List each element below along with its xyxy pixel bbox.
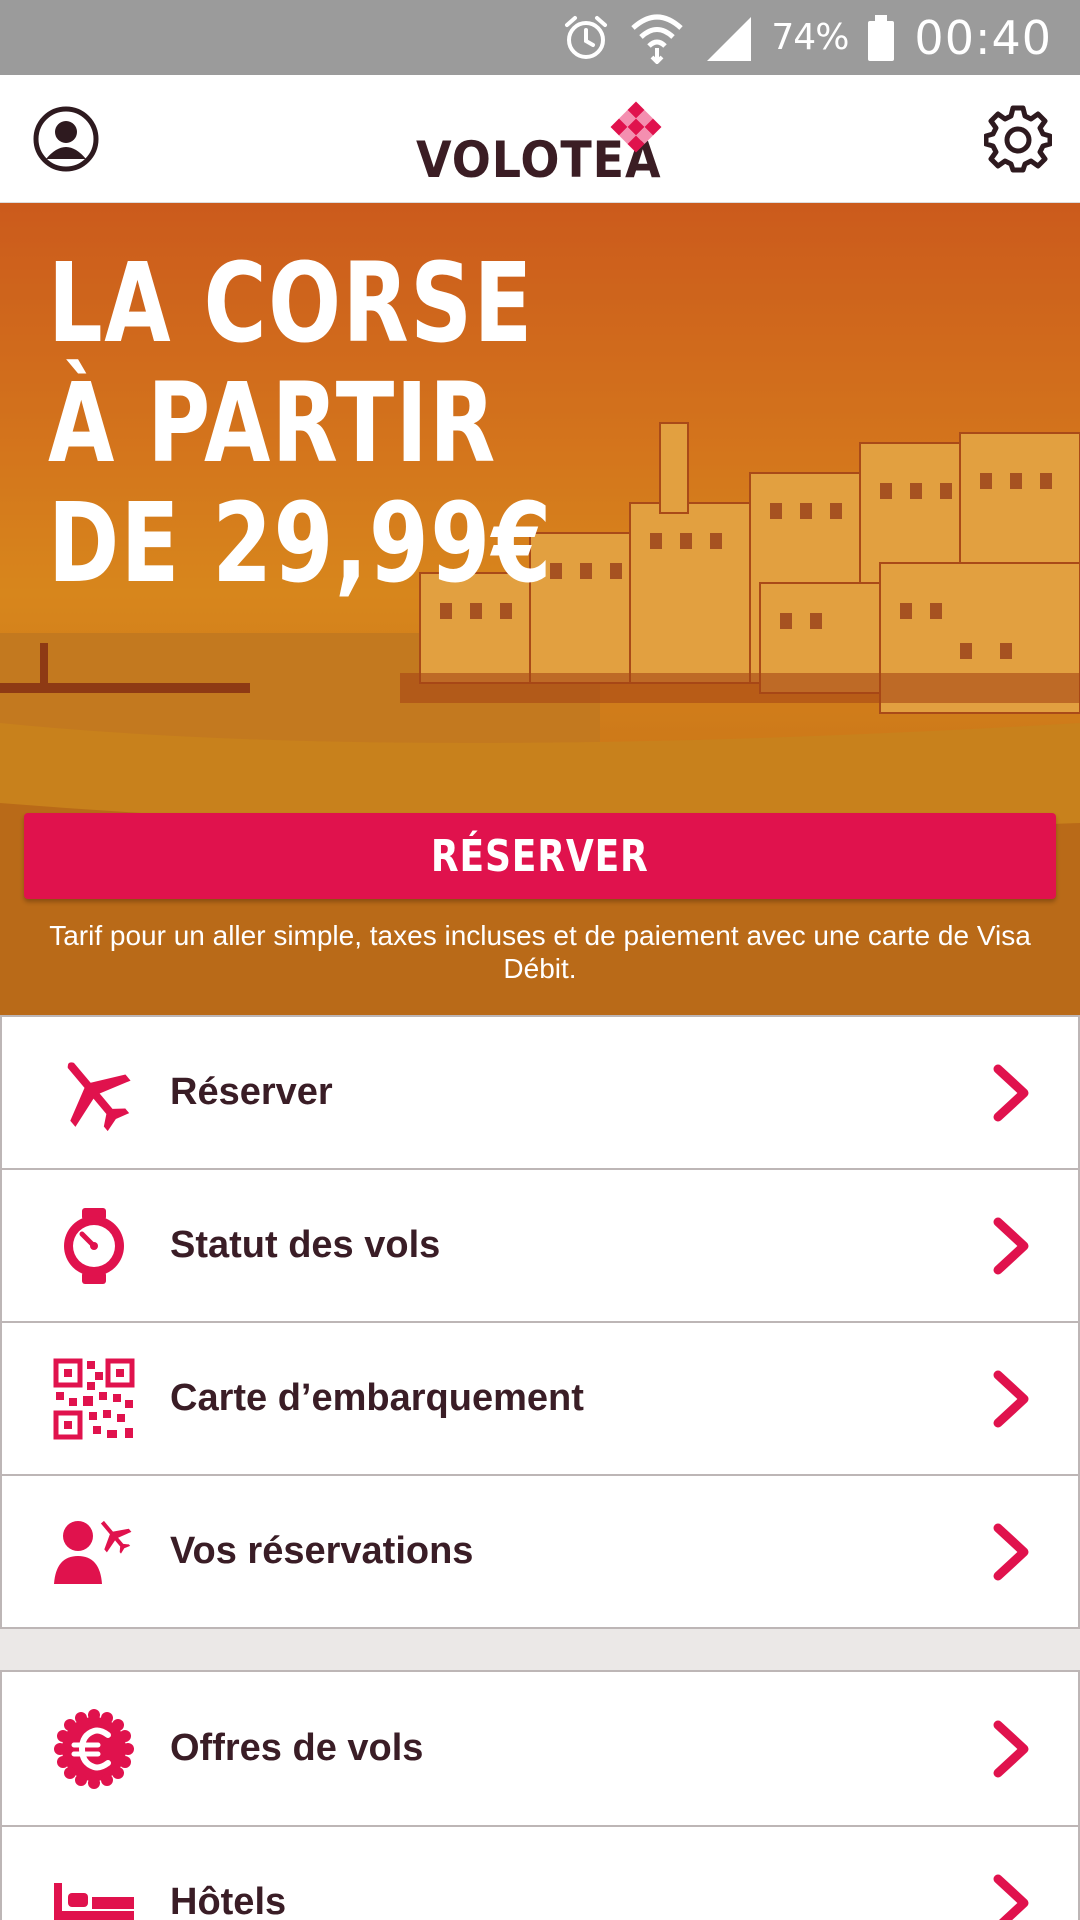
promo-title-line-3: DE 29,99€ — [48, 479, 553, 607]
signal-icon — [703, 13, 753, 63]
volotea-logo: VOLOTEA — [416, 97, 666, 189]
main-menu: Réserver Statut des vols Carte d’embarqu… — [0, 1015, 1080, 1629]
settings-button[interactable] — [982, 103, 1054, 175]
menu-item-label: Vos réservations — [170, 1530, 474, 1572]
chevron-right-icon — [993, 1523, 1029, 1580]
battery-icon — [866, 13, 896, 63]
menu-item-label: Offres de vols — [170, 1727, 424, 1769]
airplane-icon — [50, 1049, 138, 1137]
stopwatch-icon — [50, 1202, 138, 1290]
promo-title-line-1: LA CORSE — [48, 239, 534, 367]
battery-percent: 74% — [771, 17, 849, 58]
menu-item-vos-reservations[interactable]: Vos réservations — [2, 1474, 1078, 1627]
menu-item-label: Réserver — [170, 1071, 333, 1113]
wifi-icon — [629, 12, 685, 64]
app-header: VOLOTEA — [0, 75, 1080, 203]
promo-banner: LA CORSE À PARTIR DE 29,99€ RÉSERVER Tar… — [0, 203, 1080, 1015]
menu-item-statut-des-vols[interactable]: Statut des vols — [2, 1168, 1078, 1321]
bed-icon — [50, 1859, 138, 1920]
passenger-flight-icon — [50, 1508, 138, 1596]
reserve-button[interactable]: RÉSERVER — [24, 813, 1056, 899]
chevron-right-icon — [993, 1874, 1029, 1920]
menu-item-hotels[interactable]: Hôtels — [2, 1825, 1078, 1920]
menu-item-offres-de-vols[interactable]: Offres de vols — [2, 1672, 1078, 1825]
gear-icon — [984, 105, 1052, 173]
fare-disclaimer: Tarif pour un aller simple, taxes inclus… — [49, 920, 1031, 984]
qr-code-icon — [50, 1355, 138, 1443]
status-bar: 74% 00:40 — [0, 0, 1080, 75]
euro-badge-icon — [50, 1705, 138, 1793]
chevron-right-icon — [993, 1064, 1029, 1121]
menu-item-label: Carte d’embarquement — [170, 1377, 584, 1419]
menu-item-label: Statut des vols — [170, 1224, 441, 1266]
menu-item-reserver[interactable]: Réserver — [2, 1015, 1078, 1168]
status-bar-right: 74% 00:40 — [561, 0, 1052, 75]
chevron-right-icon — [993, 1720, 1029, 1777]
chevron-right-icon — [993, 1370, 1029, 1427]
promo-title: LA CORSE À PARTIR DE 29,99€ — [48, 243, 594, 603]
menu-item-label: Hôtels — [170, 1881, 287, 1920]
profile-button[interactable] — [30, 103, 102, 175]
reserve-button-label: RÉSERVER — [431, 830, 649, 882]
chevron-right-icon — [993, 1217, 1029, 1274]
secondary-menu: Offres de vols Hôtels — [0, 1670, 1080, 1920]
clock: 00:40 — [914, 10, 1052, 65]
logo-diamond-icon — [610, 101, 662, 153]
menu-item-carte-embarquement[interactable]: Carte d’embarquement — [2, 1321, 1078, 1474]
promo-title-line-2: À PARTIR — [48, 359, 497, 487]
account-circle-icon — [33, 106, 99, 172]
alarm-icon — [561, 13, 611, 63]
